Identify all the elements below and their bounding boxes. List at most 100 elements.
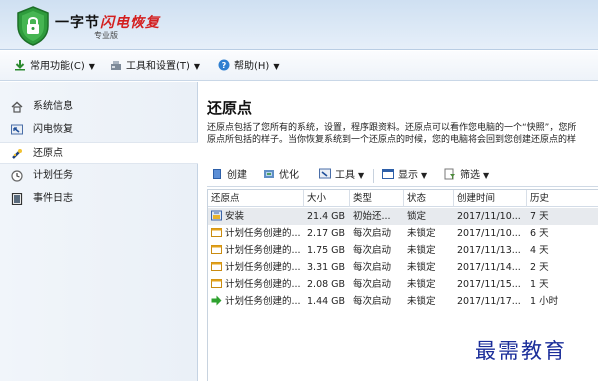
sidebar-item-label: 闪电恢复 bbox=[33, 124, 73, 135]
cell-restore-point: 计划任务创建的... bbox=[208, 242, 304, 259]
cell-size: 1.44 GB bbox=[307, 296, 346, 307]
app-title-brand: 一字节 bbox=[55, 15, 100, 31]
page-title: 还原点 bbox=[207, 99, 253, 117]
menu-common-functions-label: 常用功能(C) bbox=[30, 61, 85, 72]
cell-status: 未锁定 bbox=[407, 296, 436, 307]
cell-status: 未锁定 bbox=[407, 262, 436, 273]
cell-status: 锁定 bbox=[407, 211, 427, 222]
view-dropdown-label: 显示 bbox=[398, 170, 418, 181]
help-icon: ? bbox=[218, 59, 230, 71]
sidebar-item-label: 还原点 bbox=[33, 148, 63, 159]
cell-history: 1 天 bbox=[530, 279, 549, 290]
folder-icon bbox=[211, 262, 222, 271]
restore-icon bbox=[11, 124, 23, 135]
sidebar-item-system-info[interactable]: 系统信息 bbox=[0, 96, 198, 118]
menu-help[interactable]: ? 帮助(H) ▼ bbox=[218, 59, 279, 75]
tools-dropdown[interactable]: 工具 ▼ bbox=[319, 168, 364, 184]
tools-icon bbox=[111, 61, 121, 70]
clock-icon bbox=[11, 170, 23, 182]
chevron-down-icon: ▼ bbox=[273, 62, 280, 71]
sidebar-item-flash-restore[interactable]: 闪电恢复 bbox=[0, 119, 198, 141]
table-row[interactable]: 计划任务创建的... 3.31 GB 每次启动 未锁定 2017/11/14..… bbox=[208, 259, 598, 276]
restore-point-toolbar: 创建 优化 工具 ▼ 显示 ▼ 筛选 ▼ bbox=[207, 165, 598, 187]
table-row[interactable]: 计划任务创建的... 2.08 GB 每次启动 未锁定 2017/11/15..… bbox=[208, 276, 598, 293]
table-row[interactable]: 计划任务创建的... 1.75 GB 每次启动 未锁定 2017/11/13..… bbox=[208, 242, 598, 259]
cell-restore-point-text: 计划任务创建的... bbox=[225, 245, 301, 256]
sidebar-item-scheduled-tasks[interactable]: 计划任务 bbox=[0, 165, 198, 187]
cell-type: 每次启动 bbox=[353, 279, 392, 290]
svg-text:?: ? bbox=[222, 61, 227, 70]
column-header-size[interactable]: 大小 bbox=[304, 190, 350, 207]
cell-type: 每次启动 bbox=[353, 245, 392, 256]
menu-tools-settings[interactable]: 工具和设置(T) ▼ bbox=[110, 59, 200, 75]
cell-history: 1 小时 bbox=[530, 296, 559, 307]
sidebar: 系统信息 闪电恢复 还原点 计划任务 事件日志 bbox=[0, 82, 198, 381]
menu-common-functions[interactable]: 常用功能(C) ▼ bbox=[14, 59, 95, 75]
cell-status: 未锁定 bbox=[407, 228, 436, 239]
optimize-button[interactable]: 优化 bbox=[263, 168, 299, 184]
menu-tools-settings-label: 工具和设置(T) bbox=[126, 61, 190, 72]
cell-size: 2.08 GB bbox=[307, 279, 346, 290]
cell-created-time: 2017/11/14... bbox=[457, 262, 521, 273]
chevron-down-icon: ▼ bbox=[358, 171, 365, 180]
view-dropdown[interactable]: 显示 ▼ bbox=[382, 168, 427, 184]
sidebar-item-event-log[interactable]: 事件日志 bbox=[0, 188, 198, 210]
app-edition: 专业版 bbox=[94, 31, 118, 40]
app-title-product: 闪电恢复 bbox=[100, 15, 160, 31]
cell-restore-point-text: 计划任务创建的... bbox=[225, 228, 301, 239]
folder-icon bbox=[211, 245, 222, 254]
watermark: 最需教育 bbox=[475, 339, 567, 363]
page-description: 还原点包括了您所有的系统，设置，程序跟资料。还原点可以看作您电脑的一个“快照”，… bbox=[207, 122, 598, 146]
table-row[interactable]: 计划任务创建的... 2.17 GB 每次启动 未锁定 2017/11/10..… bbox=[208, 225, 598, 242]
menu-help-label: 帮助(H) bbox=[234, 61, 270, 72]
table-header: 还原点 大小 类型 状态 创建时间 历史 bbox=[208, 190, 598, 207]
cell-created-time: 2017/11/13... bbox=[457, 245, 521, 256]
cell-restore-point-text: 计划任务创建的... bbox=[225, 262, 301, 273]
column-header-type[interactable]: 类型 bbox=[350, 190, 404, 207]
cell-history: 4 天 bbox=[530, 245, 549, 256]
restore-icon bbox=[319, 168, 331, 179]
cell-size: 1.75 GB bbox=[307, 245, 346, 256]
cell-restore-point-text: 安装 bbox=[225, 211, 245, 222]
cell-size: 2.17 GB bbox=[307, 228, 346, 239]
cell-restore-point-text: 计划任务创建的... bbox=[225, 296, 301, 307]
column-header-created-time[interactable]: 创建时间 bbox=[454, 190, 527, 207]
sidebar-item-restore-point[interactable]: 还原点 bbox=[0, 142, 198, 164]
cell-restore-point: 计划任务创建的... bbox=[208, 225, 304, 242]
app-header: 一字节闪电恢复 专业版 bbox=[0, 0, 598, 50]
cell-type: 初始还... bbox=[353, 211, 391, 222]
tools-dropdown-label: 工具 bbox=[335, 170, 355, 181]
sidebar-item-label: 事件日志 bbox=[33, 193, 73, 204]
chevron-down-icon: ▼ bbox=[193, 62, 201, 71]
chevron-down-icon: ▼ bbox=[88, 62, 95, 71]
table-row[interactable]: 计划任务创建的... 1.44 GB 每次启动 未锁定 2017/11/17..… bbox=[208, 293, 598, 310]
toolbar-divider bbox=[373, 169, 374, 183]
display-icon bbox=[382, 169, 394, 179]
filter-icon bbox=[444, 168, 455, 180]
table-row[interactable]: 安装 21.4 GB 初始还... 锁定 2017/11/10... 7 天 bbox=[208, 208, 598, 225]
column-header-history[interactable]: 历史 bbox=[527, 190, 598, 207]
cell-restore-point: 计划任务创建的... bbox=[208, 259, 304, 276]
cell-created-time: 2017/11/10... bbox=[457, 211, 521, 222]
log-icon bbox=[11, 193, 23, 205]
cell-restore-point: 计划任务创建的... bbox=[208, 293, 304, 310]
sidebar-item-label: 系统信息 bbox=[33, 101, 73, 112]
cell-status: 未锁定 bbox=[407, 279, 436, 290]
install-icon bbox=[211, 210, 222, 221]
folder-icon bbox=[211, 279, 222, 288]
folder-icon bbox=[211, 228, 222, 237]
menu-bar: 常用功能(C) ▼ 工具和设置(T) ▼ ? 帮助(H) ▼ bbox=[0, 51, 598, 81]
create-button[interactable]: 创建 bbox=[211, 168, 247, 184]
page-description-line-1: 还原点包括了您所有的系统，设置，程序跟资料。还原点可以看作您电脑的一个“快照”，… bbox=[207, 123, 577, 133]
cell-history: 7 天 bbox=[530, 211, 549, 222]
column-header-restore-point[interactable]: 还原点 bbox=[208, 190, 304, 207]
home-icon bbox=[11, 101, 23, 113]
arrow-right-icon bbox=[211, 295, 222, 306]
cell-created-time: 2017/11/10... bbox=[457, 228, 521, 239]
cell-status: 未锁定 bbox=[407, 245, 436, 256]
cell-size: 3.31 GB bbox=[307, 262, 346, 273]
column-header-status[interactable]: 状态 bbox=[404, 190, 454, 207]
shield-lock-icon bbox=[17, 6, 49, 46]
cell-type: 每次启动 bbox=[353, 228, 392, 239]
filter-dropdown[interactable]: 筛选 ▼ bbox=[444, 168, 489, 184]
